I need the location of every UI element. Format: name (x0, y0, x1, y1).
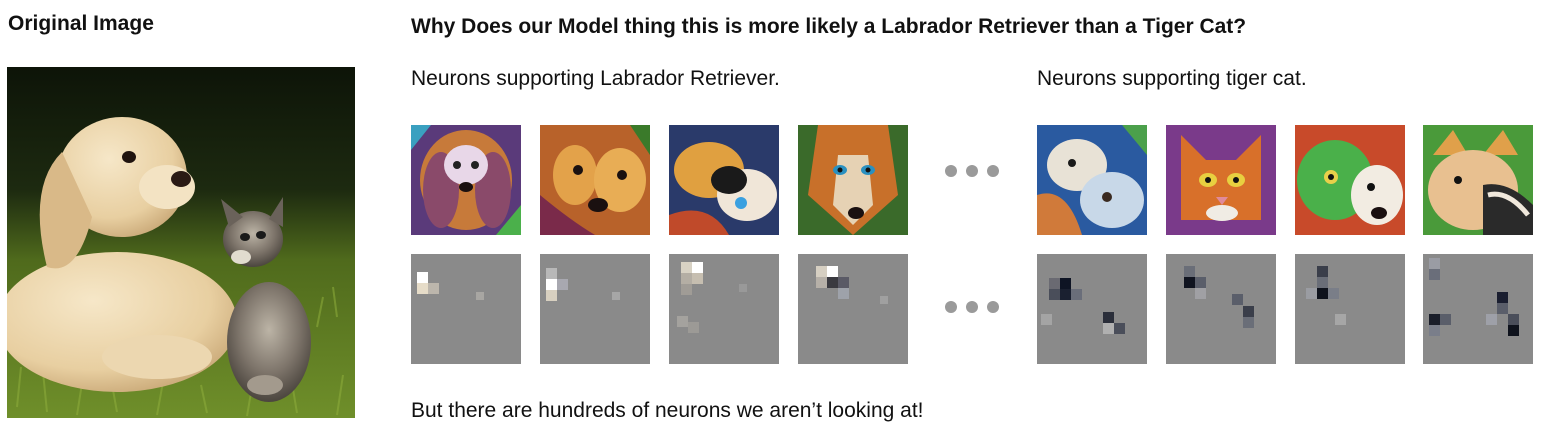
labrador-feature-visualization-3 (669, 125, 779, 235)
labrador-attribution-map-4 (798, 254, 908, 364)
original-image-title: Original Image (8, 12, 154, 35)
original-photo (0, 67, 355, 418)
tiger-cat-feature-visualization-2 (1166, 125, 1276, 235)
tiger-cat-attribution-map-4 (1423, 254, 1533, 364)
labrador-attribution-map-3 (669, 254, 779, 364)
tiger-cat-feature-visualization-3 (1295, 125, 1405, 235)
tiger-cat-attribution-map-3 (1295, 254, 1405, 364)
ellipsis-icon (945, 301, 1001, 315)
tiger-cat-feature-visualization-4 (1423, 125, 1533, 235)
tiger-cat-attribution-map-1 (1037, 254, 1147, 364)
labrador-attribution-map-1 (411, 254, 521, 364)
tiger-cat-feature-visualization-1 (1037, 125, 1147, 235)
labrador-feature-visualization-1 (411, 125, 521, 235)
tiger-cat-attribution-map-2 (1166, 254, 1276, 364)
labrador-feature-visualization-4 (798, 125, 908, 235)
labrador-attribution-map-2 (540, 254, 650, 364)
footer-note: But there are hundreds of neurons we are… (411, 399, 924, 422)
question-title: Why Does our Model thing this is more li… (411, 15, 1247, 38)
ellipsis-icon (945, 165, 1001, 179)
labrador-group-label: Neurons supporting Labrador Retriever. (411, 67, 780, 90)
tiger-cat-group-label: Neurons supporting tiger cat. (1037, 67, 1307, 90)
labrador-feature-visualization-2 (540, 125, 650, 235)
